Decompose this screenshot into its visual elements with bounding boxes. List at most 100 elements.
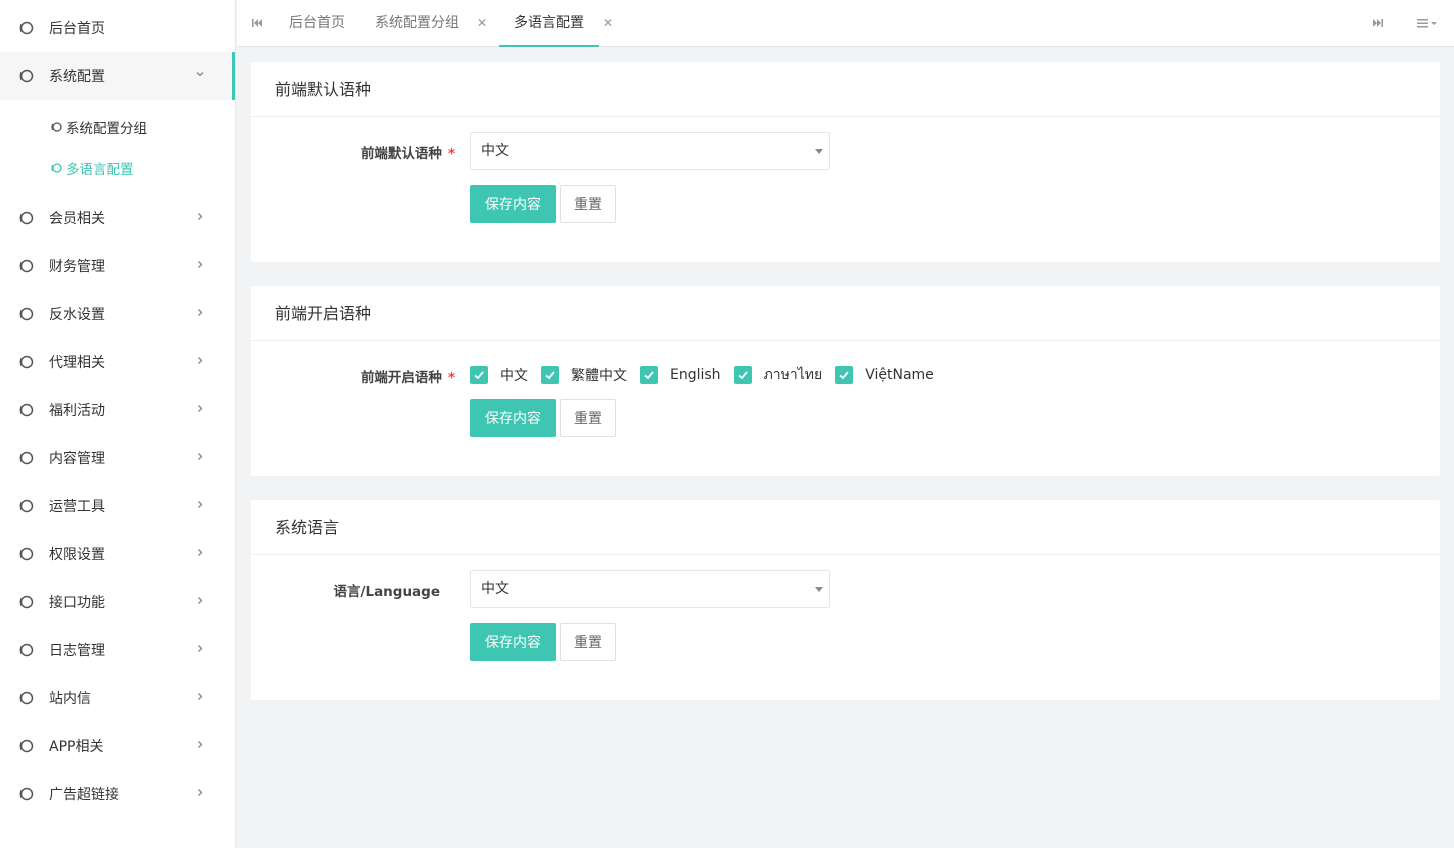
tab-label: 后台首页 — [289, 15, 345, 31]
circle-icon — [50, 121, 62, 133]
close-icon[interactable]: ✕ — [477, 0, 487, 46]
sidebar-item-home[interactable]: 后台首页 — [0, 4, 235, 52]
chevron-right-icon — [195, 691, 205, 706]
checkbox-label: English — [670, 367, 721, 383]
card-title: 前端默认语种 — [251, 62, 1440, 117]
tab-multilang[interactable]: 多语言配置 ✕ — [499, 0, 613, 47]
required-mark: * — [447, 370, 455, 386]
sidebar-item-label: 接口功能 — [49, 595, 105, 611]
system-lang-select[interactable]: 中文 — [470, 570, 830, 608]
circle-icon — [18, 642, 34, 658]
checkbox-checked-icon — [541, 366, 559, 384]
sidebar-item-content[interactable]: 内容管理 — [0, 434, 235, 482]
circle-icon — [18, 498, 34, 514]
select-value: 中文 — [481, 581, 509, 597]
checkbox-checked-icon — [733, 366, 752, 384]
circle-icon — [18, 786, 34, 802]
reset-button[interactable]: 重置 — [560, 623, 616, 661]
sidebar-item-label: 财务管理 — [49, 259, 105, 275]
sidebar-item-label: 后台首页 — [49, 21, 105, 37]
sidebar-subitem-multilang[interactable]: 多语言配置 — [0, 147, 235, 188]
lang-checkbox[interactable]: ViệtName — [835, 366, 934, 384]
sidebar-item-label: 运营工具 — [49, 499, 105, 515]
tab-label: 多语言配置 — [514, 15, 584, 31]
sidebar-item-label: 福利活动 — [49, 403, 105, 419]
chevron-right-icon — [195, 403, 205, 418]
sidebar-item-label: 站内信 — [49, 691, 91, 707]
lang-checkbox[interactable]: 中文 — [470, 365, 528, 385]
save-button[interactable]: 保存内容 — [470, 185, 556, 223]
circle-icon — [18, 20, 34, 36]
lang-checkbox[interactable]: 繁體中文 — [541, 365, 627, 385]
sidebar-item-rebate[interactable]: 反水设置 — [0, 290, 235, 338]
circle-icon — [18, 354, 34, 370]
sidebar-item-messages[interactable]: 站内信 — [0, 674, 235, 722]
card-title: 前端开启语种 — [251, 286, 1440, 341]
tab-home[interactable]: 后台首页 — [289, 0, 345, 47]
caret-down-icon — [815, 149, 823, 154]
sidebar-item-label: 会员相关 — [49, 211, 105, 227]
field-label: 前端开启语种 * — [360, 370, 455, 386]
chevron-right-icon — [195, 211, 205, 226]
chevron-right-icon — [195, 547, 205, 562]
lang-checkbox-group: 中文 繁體中文 English ภาษาไทย ViệtName — [470, 364, 947, 386]
circle-icon — [18, 450, 34, 466]
field-label: 语言/Language — [333, 584, 440, 600]
sidebar-item-label: 日志管理 — [49, 643, 105, 659]
save-button[interactable]: 保存内容 — [470, 623, 556, 661]
system-lang-card: 系统语言 语言/Language 中文 保存内容 重置 — [251, 500, 1440, 700]
sidebar-item-member[interactable]: 会员相关 — [0, 194, 235, 242]
save-button[interactable]: 保存内容 — [470, 399, 556, 437]
close-icon[interactable]: ✕ — [603, 0, 613, 46]
chevron-right-icon — [195, 499, 205, 514]
chevron-right-icon — [195, 451, 205, 466]
checkbox-label: ภาษาไทย — [763, 367, 823, 383]
tab-config-group[interactable]: 系统配置分组 ✕ — [375, 0, 487, 47]
sidebar-item-welfare[interactable]: 福利活动 — [0, 386, 235, 434]
tab-label: 系统配置分组 — [375, 15, 459, 31]
chevron-right-icon — [195, 355, 205, 370]
reset-button[interactable]: 重置 — [560, 185, 616, 223]
circle-icon — [18, 210, 34, 226]
sidebar-item-ad-links[interactable]: 广告超链接 — [0, 770, 235, 818]
sidebar-item-label: APP相关 — [49, 739, 104, 755]
sidebar-item-label: 内容管理 — [49, 451, 105, 467]
skip-back-icon[interactable] — [249, 15, 265, 31]
sidebar-item-finance[interactable]: 财务管理 — [0, 242, 235, 290]
sidebar-item-label: 代理相关 — [49, 355, 105, 371]
required-mark: * — [447, 146, 455, 162]
skip-forward-icon[interactable] — [1370, 15, 1386, 31]
circle-icon — [50, 162, 62, 174]
sidebar-item-permission[interactable]: 权限设置 — [0, 530, 235, 578]
checkbox-checked-icon — [470, 366, 488, 384]
default-lang-select[interactable]: 中文 — [470, 132, 830, 170]
chevron-down-icon — [195, 69, 205, 84]
lang-checkbox[interactable]: English — [640, 366, 721, 384]
sidebar-item-api[interactable]: 接口功能 — [0, 578, 235, 626]
sidebar-item-agent[interactable]: 代理相关 — [0, 338, 235, 386]
sidebar-item-operation[interactable]: 运营工具 — [0, 482, 235, 530]
circle-icon — [18, 594, 34, 610]
chevron-right-icon — [195, 787, 205, 802]
sidebar: 后台首页 系统配置 系统配置分组 多语言配置 会员相关财务管理反水设置代理相关福… — [0, 0, 236, 848]
circle-icon — [18, 258, 34, 274]
circle-icon — [18, 738, 34, 754]
chevron-right-icon — [195, 259, 205, 274]
lang-checkbox[interactable]: ภาษาไทย — [733, 364, 823, 386]
chevron-right-icon — [195, 739, 205, 754]
sidebar-item-log[interactable]: 日志管理 — [0, 626, 235, 674]
sidebar-item-label: 系统配置 — [49, 69, 105, 85]
select-value: 中文 — [481, 143, 509, 159]
circle-icon — [18, 546, 34, 562]
circle-icon — [18, 68, 34, 84]
sidebar-item-app[interactable]: APP相关 — [0, 722, 235, 770]
circle-icon — [18, 402, 34, 418]
sidebar-subitem-config-group[interactable]: 系统配置分组 — [0, 106, 235, 147]
menu-icon[interactable] — [1416, 15, 1440, 31]
chevron-right-icon — [195, 307, 205, 322]
reset-button[interactable]: 重置 — [560, 399, 616, 437]
chevron-right-icon — [195, 643, 205, 658]
card-title: 系统语言 — [251, 500, 1440, 555]
enabled-lang-card: 前端开启语种 前端开启语种 * 中文 繁體中文 English ภาษาไทย ViệtN… — [251, 286, 1440, 476]
sidebar-item-system-config[interactable]: 系统配置 — [0, 52, 235, 100]
